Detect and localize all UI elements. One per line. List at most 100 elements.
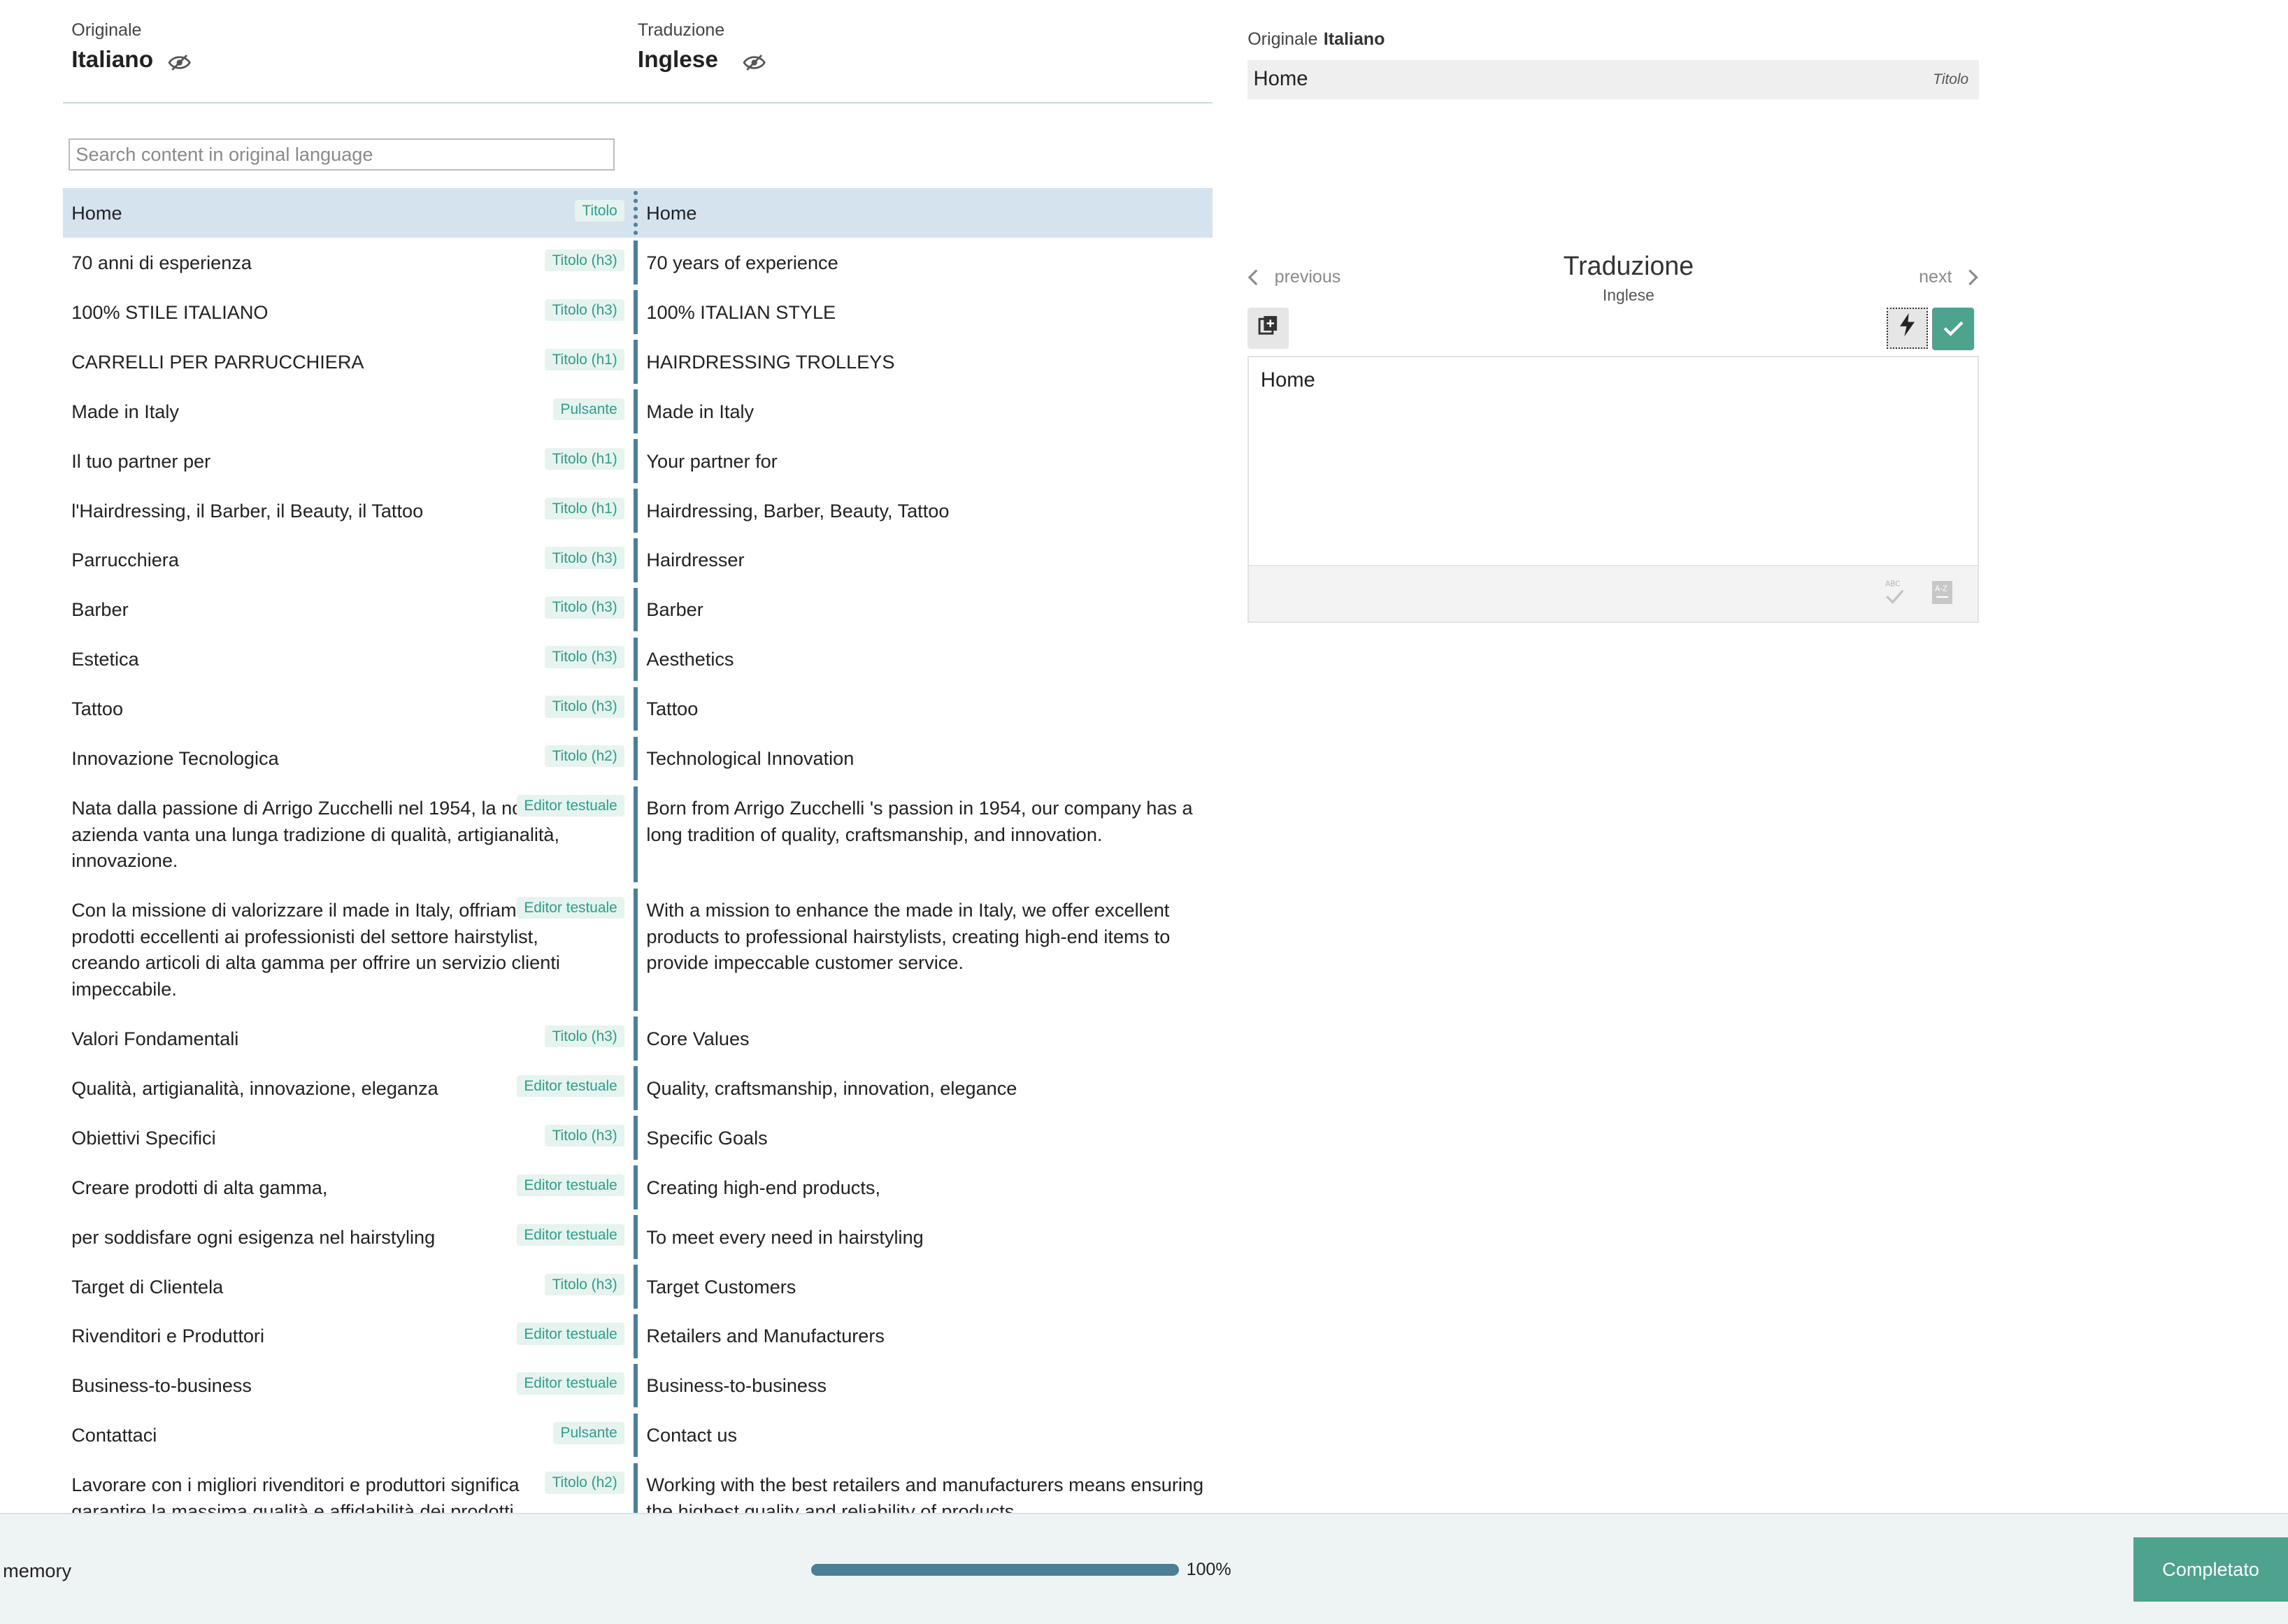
- eye-slash-icon[interactable]: [168, 51, 191, 71]
- segment-type-badge: Titolo (h3): [545, 1124, 625, 1147]
- segment-translation[interactable]: Target Customers: [638, 1262, 1213, 1312]
- segment-row[interactable]: CARRELLI PER PARRUCCHIERA Titolo (h1) HAIR…: [63, 337, 1213, 387]
- segment-translation[interactable]: 70 years of experience: [638, 238, 1213, 287]
- segment-type-badge: Editor testuale: [516, 1174, 625, 1196]
- segment-original-text: 100% STILE ITALIANO: [71, 301, 269, 323]
- segment-translation[interactable]: Your partner for: [638, 436, 1213, 486]
- segment-row[interactable]: l'Hairdressing, il Barber, il Beauty, il…: [63, 486, 1213, 536]
- dictionary-icon[interactable]: A-Z: [1932, 580, 1953, 604]
- segment-original[interactable]: Contattaci Pulsante: [63, 1411, 634, 1460]
- complete-button[interactable]: Completato: [2133, 1537, 2288, 1602]
- segment-type-badge: Titolo (h3): [545, 547, 625, 569]
- segment-row[interactable]: Nata dalla passione di Arrigo Zucchelli …: [63, 783, 1213, 885]
- segment-type-badge: Titolo (h3): [545, 646, 625, 668]
- segment-original[interactable]: Qualità, artigianalità, innovazione, ele…: [63, 1063, 634, 1113]
- segment-original[interactable]: Parrucchiera Titolo (h3): [63, 536, 634, 585]
- segment-original[interactable]: Rivenditori e Produttori Editor testuale: [63, 1312, 634, 1361]
- segment-original[interactable]: Con la missione di valorizzare il made i…: [63, 886, 634, 1014]
- segment-translation[interactable]: Hairdressing, Barber, Beauty, Tattoo: [638, 486, 1213, 536]
- eye-slash-icon[interactable]: [743, 51, 766, 71]
- segment-row[interactable]: Qualità, artigianalità, innovazione, ele…: [63, 1063, 1213, 1113]
- segment-row[interactable]: Target di Clientela Titolo (h3) Target Cus…: [63, 1262, 1213, 1312]
- segment-row[interactable]: Obiettivi Specifici Titolo (h3) Specific G…: [63, 1113, 1213, 1163]
- segment-original-text: Target di Clientela: [71, 1275, 224, 1298]
- segment-row[interactable]: Made in Italy Pulsante Made in Italy: [63, 387, 1213, 436]
- segment-row[interactable]: Valori Fondamentali Titolo (h3) Core Value…: [63, 1014, 1213, 1063]
- segment-original[interactable]: Obiettivi Specifici Titolo (h3): [63, 1113, 634, 1163]
- segment-type-badge: Titolo (h3): [545, 696, 625, 718]
- segment-translation[interactable]: Hairdresser: [638, 536, 1213, 585]
- segment-row[interactable]: Contattaci Pulsante Contact us: [63, 1411, 1213, 1460]
- search-input[interactable]: [69, 138, 615, 171]
- segment-row[interactable]: Lavorare con i migliori rivenditori e pr…: [63, 1460, 1213, 1513]
- segment-row[interactable]: Business-to-business Editor testuale Busin…: [63, 1361, 1213, 1411]
- segment-translation[interactable]: Aesthetics: [638, 635, 1213, 684]
- translation-editor[interactable]: Home ABC A-Z: [1247, 356, 1979, 624]
- segment-original[interactable]: Barber Titolo (h3): [63, 585, 634, 635]
- segment-row[interactable]: Parrucchiera Titolo (h3) Hairdresser: [63, 536, 1213, 585]
- segment-original[interactable]: l'Hairdressing, il Barber, il Beauty, il…: [63, 486, 634, 536]
- segment-original-text: l'Hairdressing, il Barber, il Beauty, il…: [71, 499, 424, 522]
- segment-row[interactable]: Innovazione Tecnologica Titolo (h2) Techno…: [63, 734, 1213, 784]
- segment-original-text: Con la missione di valorizzare il made i…: [71, 899, 560, 1000]
- segment-row[interactable]: Il tuo partner per Titolo (h1) Your partne…: [63, 436, 1213, 486]
- segment-translation[interactable]: Working with the best retailers and manu…: [638, 1460, 1213, 1513]
- segment-type-badge: Titolo (h1): [545, 497, 625, 519]
- segment-translation[interactable]: To meet every need in hairstyling: [638, 1212, 1213, 1262]
- segment-translation[interactable]: Made in Italy: [638, 387, 1213, 436]
- segment-original[interactable]: Estetica Titolo (h3): [63, 635, 634, 684]
- segment-row[interactable]: 70 anni di esperienza Titolo (h3) 70 years…: [63, 238, 1213, 287]
- spellcheck-icon[interactable]: ABC: [1882, 577, 1906, 607]
- segment-translation[interactable]: Barber: [638, 585, 1213, 635]
- segment-original[interactable]: Nata dalla passione di Arrigo Zucchelli …: [63, 783, 634, 885]
- segment-translation[interactable]: Home: [638, 188, 1213, 238]
- segment-original[interactable]: Innovazione Tecnologica Titolo (h2): [63, 734, 634, 784]
- segment-original[interactable]: per soddisfare ogni esigenza nel hairsty…: [63, 1212, 634, 1262]
- segment-translation[interactable]: Business-to-business: [638, 1361, 1213, 1411]
- segment-row[interactable]: Home Titolo Home: [62, 188, 1213, 238]
- segment-translation[interactable]: With a mission to enhance the made in It…: [638, 886, 1213, 1014]
- segment-row[interactable]: Estetica Titolo (h3) Aesthetics: [63, 635, 1213, 684]
- segment-row[interactable]: Tattoo Titolo (h3) Tattoo: [63, 684, 1213, 734]
- segment-original[interactable]: Business-to-business Editor testuale: [63, 1361, 634, 1411]
- segment-translation[interactable]: Technological Innovation: [638, 734, 1213, 784]
- segment-original[interactable]: Valori Fondamentali Titolo (h3): [63, 1014, 634, 1063]
- segment-original[interactable]: Home Titolo: [63, 188, 634, 238]
- segment-original-text: Tattoo: [71, 698, 124, 720]
- segment-original-text: Valori Fondamentali: [71, 1027, 239, 1049]
- segment-translation[interactable]: Quality, craftsmanship, innovation, eleg…: [638, 1063, 1213, 1113]
- editor-text[interactable]: Home: [1261, 369, 1315, 392]
- segment-row[interactable]: Rivenditori e Produttori Editor testuale R…: [63, 1312, 1213, 1361]
- segment-translation[interactable]: Tattoo: [638, 684, 1213, 734]
- segment-original[interactable]: Lavorare con i migliori rivenditori e pr…: [63, 1460, 634, 1513]
- segment-translation[interactable]: Contact us: [638, 1411, 1213, 1460]
- segment-original[interactable]: Target di Clientela Titolo (h3): [63, 1262, 634, 1312]
- segment-original[interactable]: CARRELLI PER PARRUCCHIERA Titolo (h1): [63, 337, 634, 387]
- segment-row[interactable]: 100% STILE ITALIANO Titolo (h3) 100% ITALI…: [63, 287, 1213, 337]
- segment-original[interactable]: 100% STILE ITALIANO Titolo (h3): [63, 287, 634, 337]
- segment-translation[interactable]: Creating high-end products,: [638, 1163, 1213, 1212]
- segment-row[interactable]: Creare prodotti di alta gamma, Editor tes…: [63, 1163, 1213, 1212]
- segment-translation[interactable]: Specific Goals: [638, 1113, 1213, 1163]
- segment-row[interactable]: Barber Titolo (h3) Barber: [63, 585, 1213, 635]
- copy-original-button[interactable]: [1247, 308, 1289, 349]
- segment-original[interactable]: Il tuo partner per Titolo (h1): [63, 436, 634, 486]
- segment-original[interactable]: Creare prodotti di alta gamma, Editor tes…: [63, 1163, 634, 1212]
- segment-original[interactable]: Made in Italy Pulsante: [63, 387, 634, 436]
- confirm-button[interactable]: [1931, 308, 1975, 350]
- segment-original[interactable]: Tattoo Titolo (h3): [63, 684, 634, 734]
- segment-translation[interactable]: Retailers and Manufacturers: [638, 1312, 1213, 1361]
- segment-type-badge: Titolo (h3): [545, 1273, 625, 1295]
- segment-original[interactable]: 70 anni di esperienza Titolo (h3): [63, 238, 634, 287]
- auto-translate-button[interactable]: [1887, 308, 1928, 349]
- previous-button[interactable]: previous: [1248, 267, 1340, 287]
- next-button[interactable]: next: [1919, 267, 1978, 287]
- segment-row[interactable]: Con la missione di valorizzare il made i…: [63, 886, 1213, 1014]
- segment-translation[interactable]: Born from Arrigo Zucchelli 's passion in…: [638, 783, 1213, 885]
- segment-translation[interactable]: 100% ITALIAN STYLE: [638, 287, 1213, 337]
- segment-translation[interactable]: Core Values: [638, 1014, 1213, 1063]
- segment-type-badge: Titolo (h2): [545, 745, 625, 768]
- segment-translation[interactable]: HAIRDRESSING TROLLEYS: [638, 337, 1213, 387]
- segment-row[interactable]: per soddisfare ogni esigenza nel hairsty…: [63, 1212, 1213, 1262]
- segment-type-badge: Editor testuale: [516, 795, 625, 817]
